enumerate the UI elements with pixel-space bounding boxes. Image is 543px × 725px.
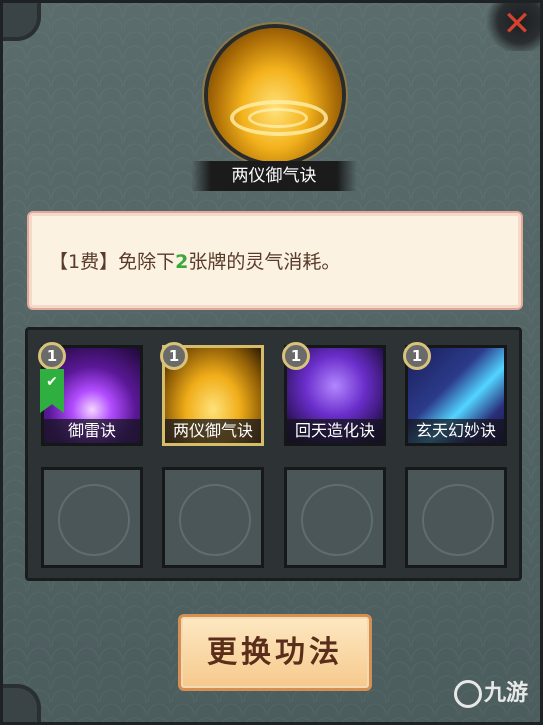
cost-badge: 1: [160, 342, 188, 370]
cost-badge: 1: [38, 342, 66, 370]
empty-slot-ring: [301, 484, 373, 556]
description-number: 2: [175, 251, 189, 273]
skill-description: 【1费】免除下2张牌的灵气消耗。: [49, 247, 340, 274]
close-icon: ✕: [502, 4, 532, 44]
card-label: 两仪御气诀: [165, 419, 261, 443]
description-prefix: 【1费】免除下: [49, 251, 176, 273]
empty-card-slot[interactable]: [284, 467, 386, 568]
swap-skill-button[interactable]: 更换功法: [178, 614, 372, 691]
empty-card-slot[interactable]: [41, 467, 143, 568]
empty-slot-ring: [58, 484, 130, 556]
corner-ornament: [3, 684, 41, 722]
close-button[interactable]: ✕: [498, 5, 536, 43]
empty-card-slot[interactable]: [405, 467, 507, 568]
card-label: 玄天幻妙诀: [408, 419, 504, 443]
logo-icon: [454, 680, 482, 708]
watermark: 九游: [454, 672, 532, 716]
empty-card-slot[interactable]: [162, 467, 264, 568]
empty-slot-ring: [179, 484, 251, 556]
card-label: 回天造化诀: [287, 419, 383, 443]
empty-slot-ring: [422, 484, 494, 556]
corner-ornament: [3, 3, 41, 41]
card-label: 御雷诀: [44, 419, 140, 443]
skill-name: 两仪御气诀: [191, 161, 357, 191]
cost-badge: 1: [282, 342, 310, 370]
watermark-text: 九游: [484, 681, 529, 706]
skill-dialog: ✕ 两仪御气诀 【1费】免除下2张牌的灵气消耗。 御雷诀 两仪御气诀 回天造化诀…: [0, 0, 543, 725]
skill-description-box: 【1费】免除下2张牌的灵气消耗。: [27, 211, 523, 310]
cost-badge: 1: [403, 342, 431, 370]
swirl-inner: [248, 108, 308, 128]
description-suffix: 张牌的灵气消耗。: [188, 251, 341, 273]
selected-skill-icon: [208, 28, 342, 162]
